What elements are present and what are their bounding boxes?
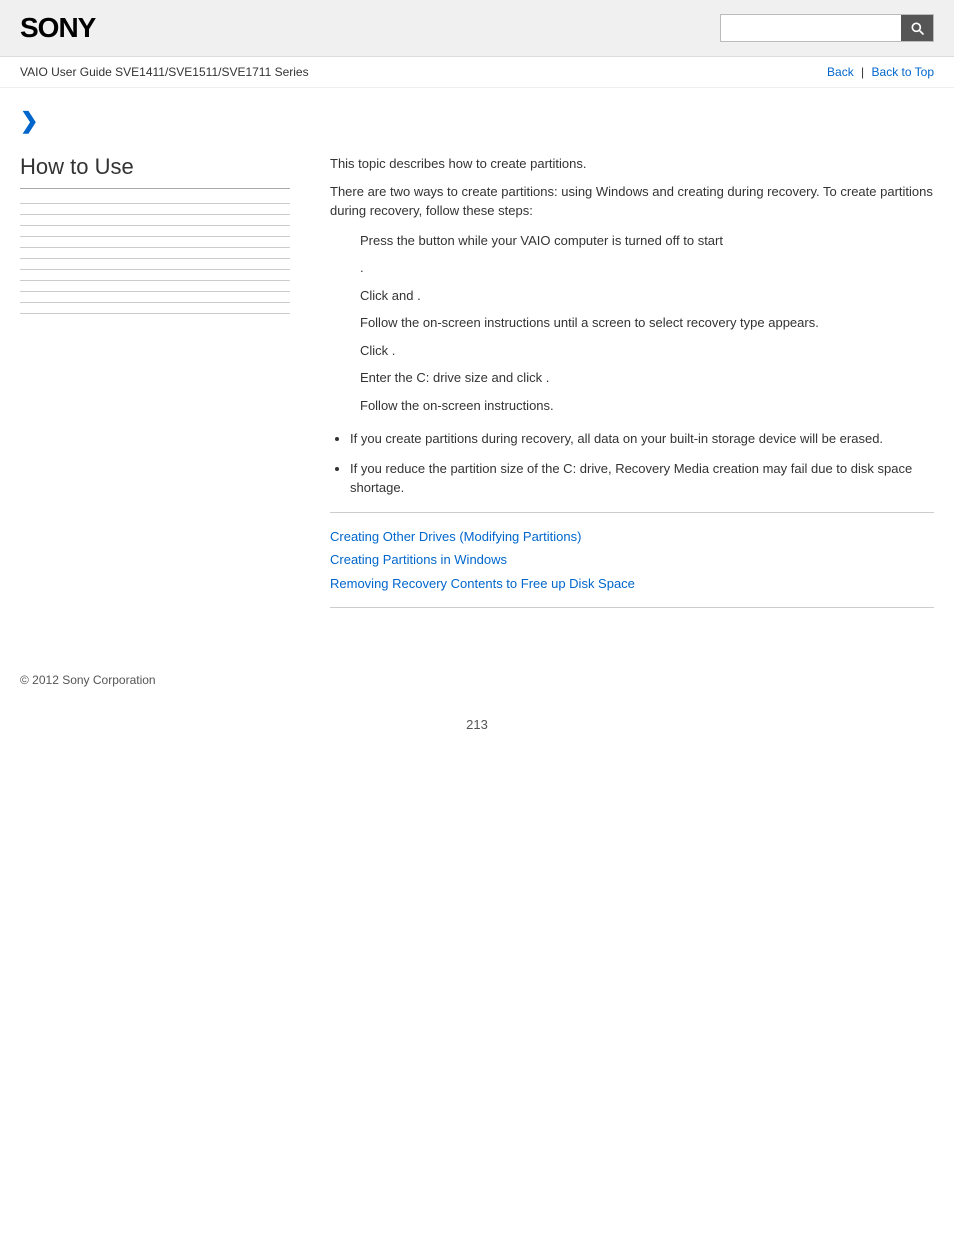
related-links: Creating Other Drives (Modifying Partiti… bbox=[330, 527, 934, 594]
sidebar-line-10 bbox=[20, 302, 290, 303]
search-icon bbox=[909, 20, 925, 36]
step-5: Enter the C: drive size and click . bbox=[360, 368, 934, 388]
bullet-item-1: If you create partitions during recovery… bbox=[350, 429, 934, 449]
breadcrumb-bar: VAIO User Guide SVE1411/SVE1511/SVE1711 … bbox=[0, 57, 954, 88]
footer: © 2012 Sony Corporation bbox=[0, 642, 954, 697]
sidebar-line-11 bbox=[20, 313, 290, 314]
step-1b-text: . bbox=[360, 260, 364, 275]
step-1b: . bbox=[360, 258, 934, 278]
back-link[interactable]: Back bbox=[827, 65, 854, 79]
step-1-text: Press the button while your VAIO compute… bbox=[360, 233, 723, 248]
step-1: Press the button while your VAIO compute… bbox=[360, 231, 934, 251]
content-divider-1 bbox=[330, 512, 934, 513]
sidebar-line-4 bbox=[20, 236, 290, 237]
back-to-top-link[interactable]: Back to Top bbox=[872, 65, 934, 79]
steps-container: Press the button while your VAIO compute… bbox=[360, 231, 934, 416]
content-divider-2 bbox=[330, 607, 934, 608]
bullet-item-2: If you reduce the partition size of the … bbox=[350, 459, 934, 498]
sidebar-line-5 bbox=[20, 247, 290, 248]
content-area: This topic describes how to create parti… bbox=[310, 154, 934, 622]
related-link-2[interactable]: Creating Partitions in Windows bbox=[330, 550, 934, 570]
search-button[interactable] bbox=[901, 15, 933, 41]
intro-paragraph-1: This topic describes how to create parti… bbox=[330, 154, 934, 174]
sony-logo: SONY bbox=[20, 12, 95, 44]
related-link-1[interactable]: Creating Other Drives (Modifying Partiti… bbox=[330, 527, 934, 547]
breadcrumb-guide-title: VAIO User Guide SVE1411/SVE1511/SVE1711 … bbox=[20, 65, 309, 79]
intro-paragraph-2: There are two ways to create partitions:… bbox=[330, 182, 934, 221]
step-5-text: Enter the C: drive size and click . bbox=[360, 370, 549, 385]
breadcrumb-separator: | bbox=[861, 65, 864, 79]
breadcrumb-nav: Back | Back to Top bbox=[827, 65, 934, 79]
step-2: Click and . bbox=[360, 286, 934, 306]
step-4: Click . bbox=[360, 341, 934, 361]
step-6-text: Follow the on-screen instructions. bbox=[360, 398, 554, 413]
main-content: How to Use This topic describes how to c… bbox=[0, 144, 954, 642]
sidebar-line-8 bbox=[20, 280, 290, 281]
sidebar-line-9 bbox=[20, 291, 290, 292]
step-3: Follow the on-screen instructions until … bbox=[360, 313, 934, 333]
sidebar-line-7 bbox=[20, 269, 290, 270]
related-link-3[interactable]: Removing Recovery Contents to Free up Di… bbox=[330, 574, 934, 594]
step-3-text: Follow the on-screen instructions until … bbox=[360, 315, 819, 330]
page-number: 213 bbox=[0, 697, 954, 752]
step-2-text: Click and . bbox=[360, 288, 421, 303]
sidebar-line-3 bbox=[20, 225, 290, 226]
sidebar-line-2 bbox=[20, 214, 290, 215]
sidebar-line-6 bbox=[20, 258, 290, 259]
bullet-list: If you create partitions during recovery… bbox=[350, 429, 934, 498]
step-4-text: Click . bbox=[360, 343, 395, 358]
sidebar-main-divider bbox=[20, 188, 290, 189]
sidebar-line-1 bbox=[20, 203, 290, 204]
header: SONY bbox=[0, 0, 954, 57]
copyright-text: © 2012 Sony Corporation bbox=[20, 673, 156, 687]
search-input[interactable] bbox=[721, 17, 901, 40]
chevron-right-icon: ❯ bbox=[20, 108, 38, 133]
search-box[interactable] bbox=[720, 14, 934, 42]
chevron-section: ❯ bbox=[0, 88, 954, 144]
sidebar: How to Use bbox=[20, 154, 310, 622]
sidebar-title: How to Use bbox=[20, 154, 290, 180]
step-6: Follow the on-screen instructions. bbox=[360, 396, 934, 416]
